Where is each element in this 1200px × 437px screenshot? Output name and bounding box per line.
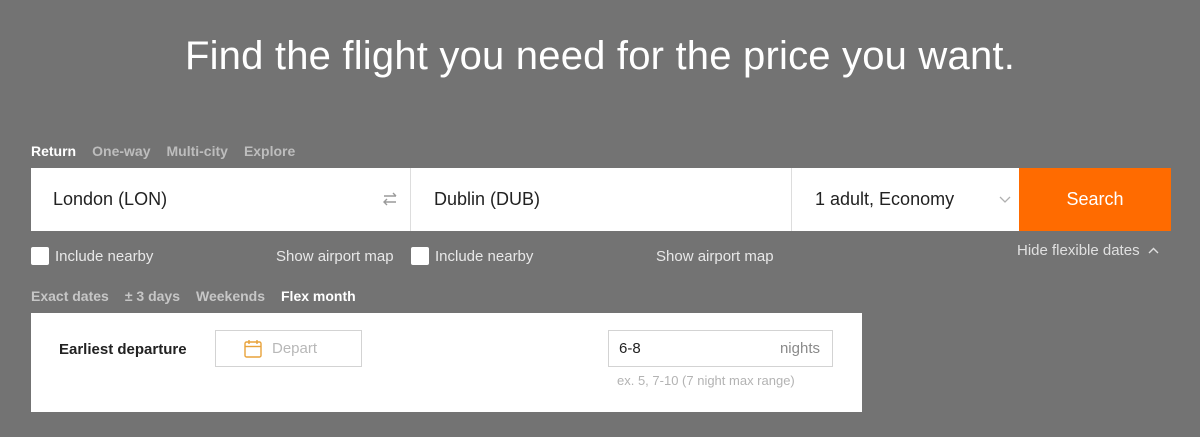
tab-plus-minus-3-days[interactable]: ± 3 days xyxy=(125,288,180,304)
origin-airport-map-link[interactable]: Show airport map xyxy=(276,248,394,265)
destination-nearby-checkbox[interactable] xyxy=(411,247,429,265)
tab-multi-city[interactable]: Multi-city xyxy=(166,143,227,159)
trip-type-tabs: Return One-way Multi-city Explore xyxy=(31,143,295,159)
nights-hint: ex. 5, 7-10 (7 night max range) xyxy=(617,373,795,388)
tab-flex-month[interactable]: Flex month xyxy=(281,288,356,304)
origin-field[interactable]: London (LON) xyxy=(31,168,411,231)
nights-unit: nights xyxy=(779,340,820,357)
destination-value: Dublin (DUB) xyxy=(434,189,541,209)
depart-date-input[interactable]: Depart xyxy=(215,330,362,367)
origin-nearby-label: Include nearby xyxy=(55,247,154,265)
swap-icon[interactable] xyxy=(382,190,398,208)
chevron-down-icon xyxy=(999,196,1011,203)
depart-placeholder: Depart xyxy=(272,340,318,357)
search-button[interactable]: Search xyxy=(1019,168,1171,231)
chevron-up-icon xyxy=(1148,247,1159,253)
origin-include-nearby[interactable]: Include nearby xyxy=(31,247,153,265)
page-headline: Find the flight you need for the price y… xyxy=(184,34,1016,78)
calendar-icon xyxy=(244,340,262,358)
tab-exact-dates[interactable]: Exact dates xyxy=(31,288,109,304)
hide-flexible-dates-link[interactable]: Hide flexible dates xyxy=(1017,242,1159,259)
origin-nearby-checkbox[interactable] xyxy=(31,247,49,265)
destination-airport-map-link[interactable]: Show airport map xyxy=(656,248,774,265)
destination-field[interactable]: Dublin (DUB) xyxy=(411,168,792,231)
tab-weekends[interactable]: Weekends xyxy=(196,288,265,304)
tab-explore[interactable]: Explore xyxy=(244,143,295,159)
hide-flexible-dates-label: Hide flexible dates xyxy=(1017,242,1140,259)
tab-return[interactable]: Return xyxy=(31,143,76,159)
passengers-select[interactable]: 1 adult, Economy xyxy=(792,168,1019,231)
earliest-departure-label: Earliest departure xyxy=(59,341,187,358)
date-mode-tabs: Exact dates ± 3 days Weekends Flex month xyxy=(31,288,356,304)
destination-include-nearby[interactable]: Include nearby xyxy=(411,247,533,265)
passengers-value: 1 adult, Economy xyxy=(815,189,955,209)
destination-nearby-label: Include nearby xyxy=(435,247,534,265)
flex-month-panel: Earliest departure Depart 6-8 nights ex.… xyxy=(31,313,862,412)
origin-value: London (LON) xyxy=(53,189,168,209)
tab-one-way[interactable]: One-way xyxy=(92,143,150,159)
nights-input[interactable]: 6-8 nights xyxy=(608,330,833,367)
search-bar: London (LON) Dublin (DUB) 1 adult, Econo… xyxy=(31,168,1171,231)
nights-value: 6-8 xyxy=(619,340,641,357)
